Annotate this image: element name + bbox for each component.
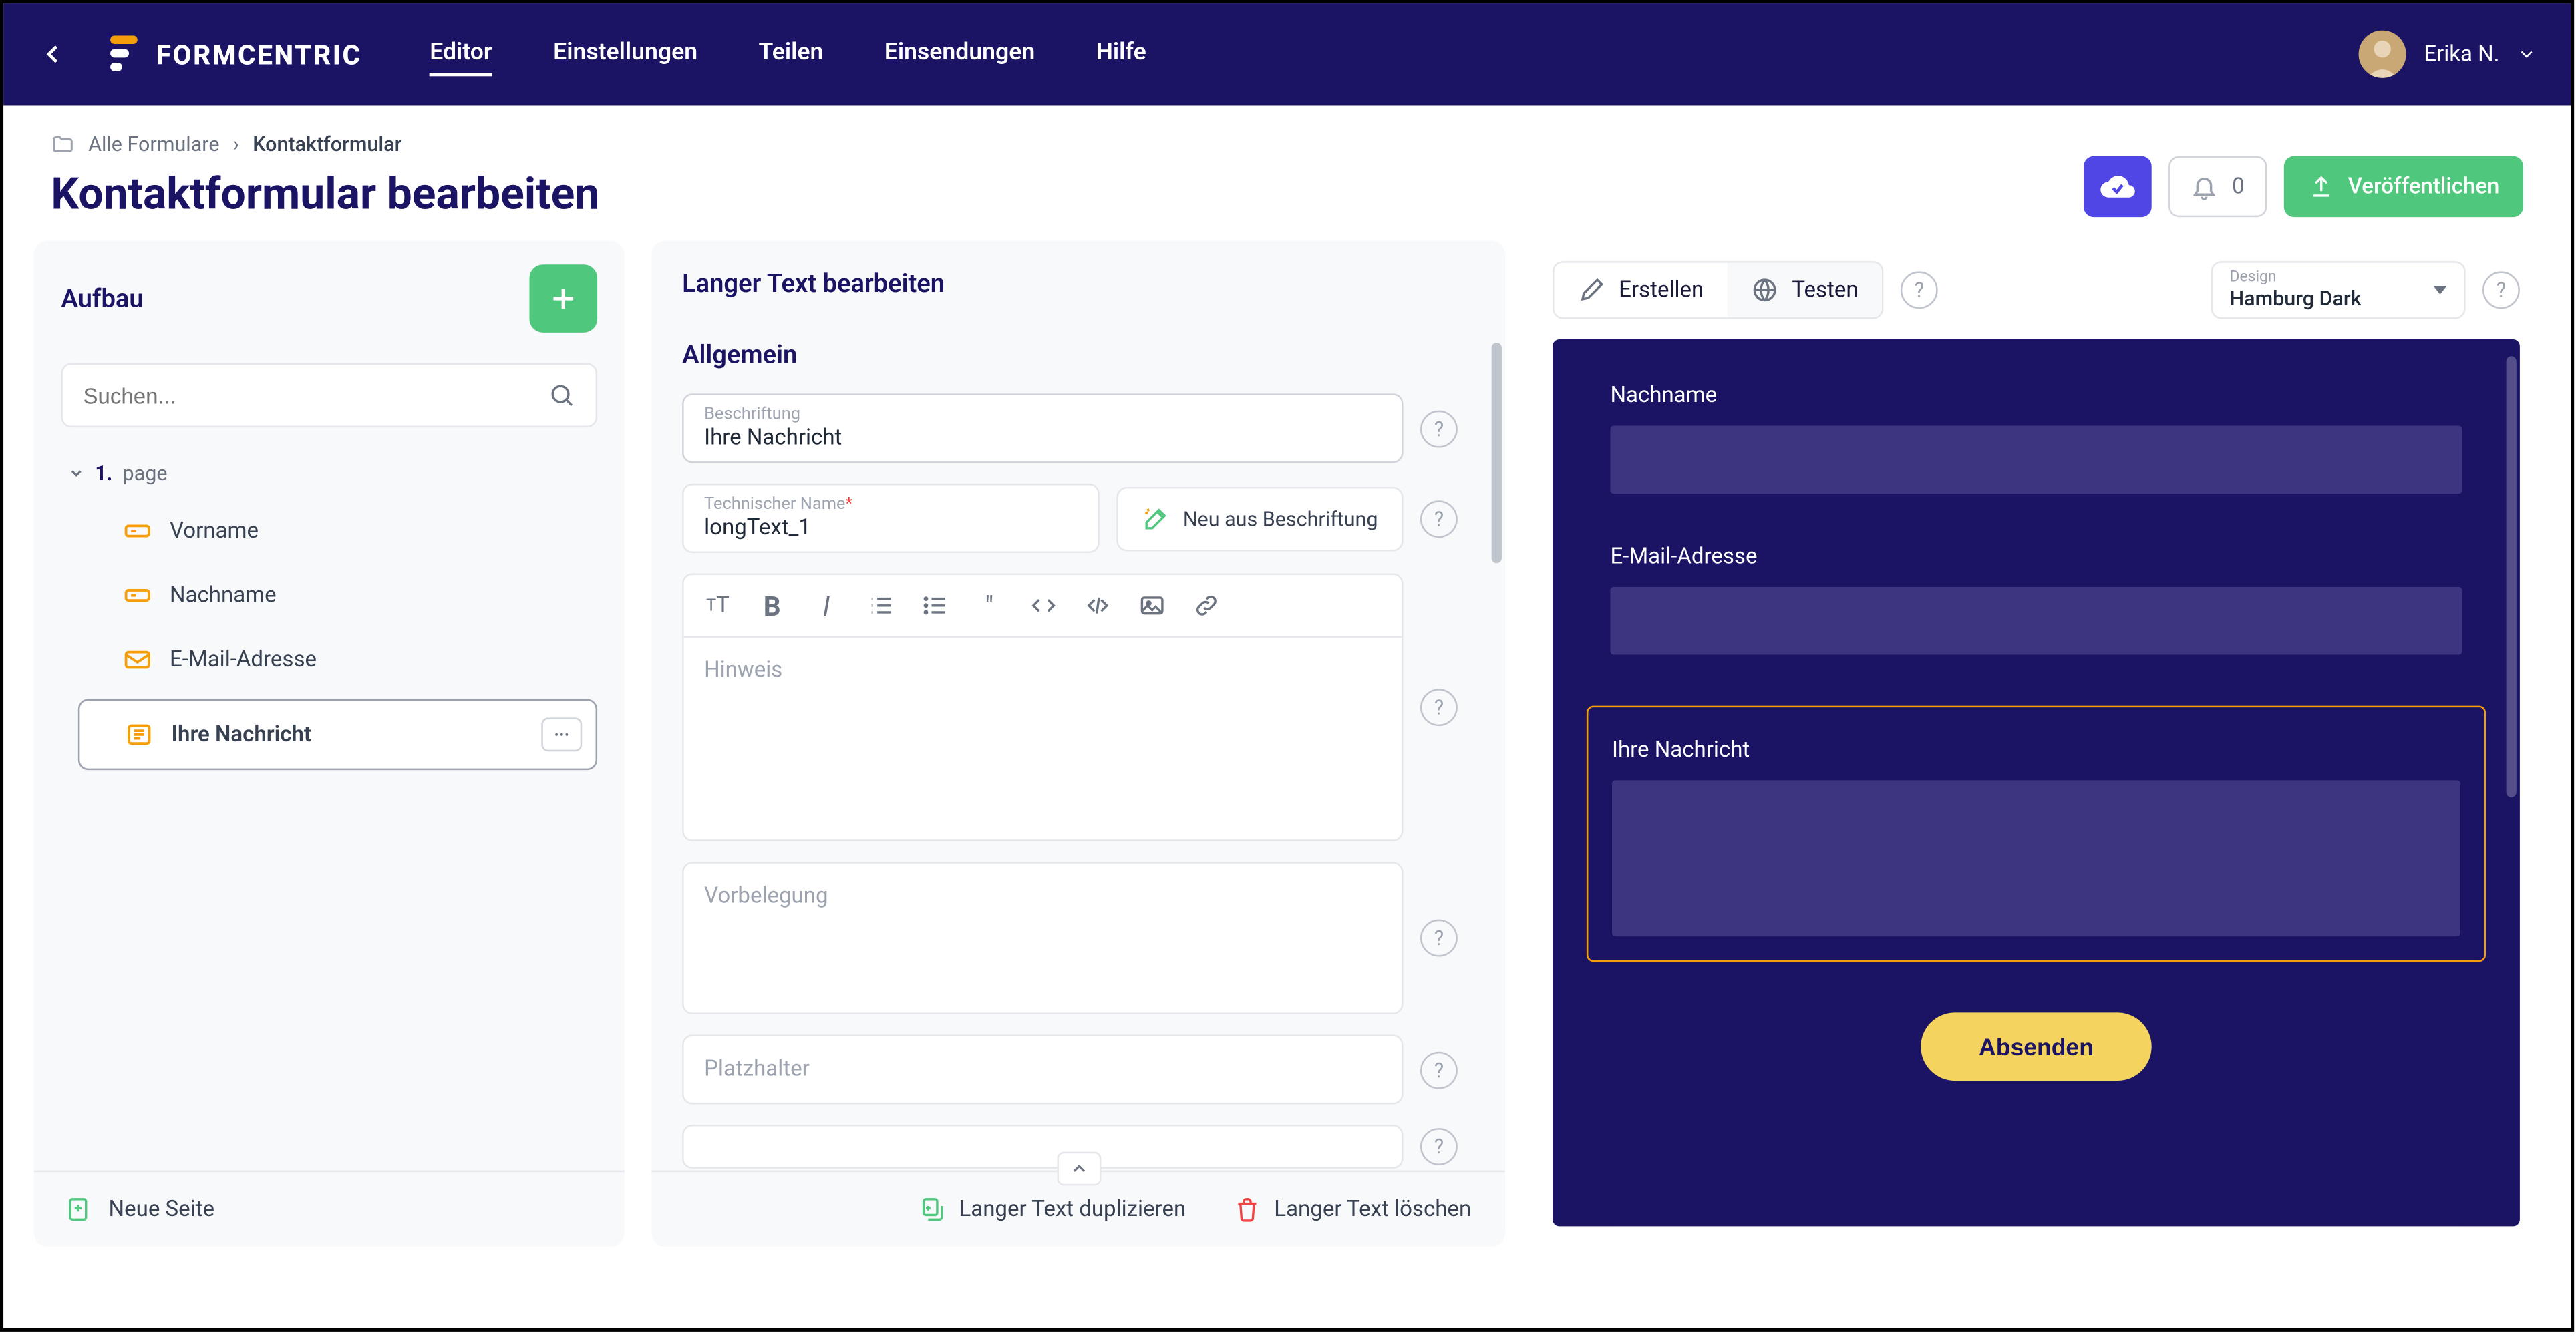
breadcrumb-current: Kontaktformular [253,132,401,156]
rt-embed-button[interactable] [1081,588,1115,622]
tree-item-label: E-Mail-Adresse [170,647,317,673]
preview-field-email: E-Mail-Adresse [1610,544,2462,654]
placeholder-input[interactable]: Platzhalter [682,1034,1404,1104]
rt-italic-button[interactable]: I [810,588,844,622]
preview-input-email[interactable] [1610,587,2462,655]
rt-bold-button[interactable]: B [755,588,789,622]
help-next-icon[interactable]: ? [1420,1128,1458,1165]
duplicate-icon [918,1196,945,1223]
props-title: Langer Text bearbeiten [651,241,1505,326]
tree-item-email[interactable]: E-Mail-Adresse [61,628,597,693]
tree-item-more-button[interactable] [541,717,582,751]
nav-tabs: Editor Einstellungen Teilen Einsendungen… [430,32,1146,76]
brand-name: FORMCENTRIC [156,38,362,70]
help-default-icon[interactable]: ? [1420,920,1458,957]
preview-input-lastname[interactable] [1610,426,2462,494]
wand-icon [1142,505,1170,532]
brand-logo: FORMCENTRIC [109,35,362,73]
help-design-icon[interactable]: ? [2482,271,2520,309]
tree-page-header[interactable]: 1. page [61,448,597,499]
save-cloud-button[interactable] [2084,156,2152,217]
logo-icon [109,35,140,73]
chevron-down-icon [68,465,85,482]
help-placeholder-icon[interactable]: ? [1420,1051,1458,1089]
design-selector[interactable]: Design Hamburg Dark [2211,261,2466,319]
text-field-icon [122,516,153,546]
tree-item-vorname[interactable]: Vorname [61,499,597,564]
upload-icon [2307,173,2335,200]
delete-button[interactable]: Langer Text löschen [1233,1196,1471,1223]
preview-field-lastname: Nachname [1610,383,2462,494]
textarea-icon [124,719,154,750]
rt-code-button[interactable] [1027,588,1061,622]
richtext-toolbar: TT B I " [682,574,1404,638]
preview-submit-button[interactable]: Absenden [1921,1012,2152,1081]
rt-link-button[interactable] [1190,588,1224,622]
preview-scrollbar[interactable] [2507,356,2517,797]
default-value-textarea[interactable]: Vorbelegung [682,862,1404,1014]
chevron-down-icon [2517,44,2537,64]
avatar [2360,31,2407,78]
search-icon [548,382,575,409]
publish-button[interactable]: Veröffentlichen [2283,156,2523,217]
nav-tab-help[interactable]: Hilfe [1096,32,1146,76]
page-title: Kontaktformular bearbeiten [51,170,599,220]
mode-test-button[interactable]: Testen [1728,263,1882,317]
nav-tab-share[interactable]: Teilen [759,32,824,76]
tree-item-label: Ihre Nachricht [172,722,311,747]
tree-item-label: Nachname [170,582,277,608]
notifications-button[interactable]: 0 [2169,156,2267,217]
rt-ul-button[interactable] [918,588,952,622]
section-general-title: Allgemein [682,339,1458,370]
notif-count: 0 [2232,174,2245,199]
rt-ol-button[interactable] [864,588,898,622]
props-scrollbar[interactable] [1492,326,1502,1171]
back-button[interactable] [37,39,68,69]
help-label-icon[interactable]: ? [1420,409,1458,447]
add-element-button[interactable] [529,264,597,333]
bell-icon [2191,173,2219,200]
help-techname-icon[interactable]: ? [1420,500,1458,537]
more-icon [552,725,572,745]
preview-field-message: Ihre Nachricht [1587,706,2486,962]
new-page-button[interactable]: Neue Seite [34,1171,625,1247]
label-field[interactable]: Beschriftung Ihre Nachricht [682,393,1404,463]
next-field-input[interactable] [682,1125,1404,1169]
search-field[interactable] [61,363,597,428]
nav-tab-editor[interactable]: Editor [430,32,492,76]
user-menu[interactable]: Erika N. [2360,31,2537,78]
tree-item-label: Vorname [170,518,259,544]
nav-tab-settings[interactable]: Einstellungen [553,32,697,76]
generate-from-label-button[interactable]: Neu aus Beschriftung [1117,486,1404,551]
rt-quote-button[interactable]: " [972,588,1006,622]
text-field-icon [122,580,153,611]
technical-name-field[interactable]: Technischer Name* longText_1 [682,484,1100,553]
folder-icon [51,132,75,156]
breadcrumb-root[interactable]: Alle Formulare [88,132,219,156]
rt-image-button[interactable] [1135,588,1169,622]
mode-create-button[interactable]: Erstellen [1555,263,1728,317]
breadcrumb: Alle Formulare › Kontaktformular [51,132,599,156]
duplicate-button[interactable]: Langer Text duplizieren [918,1196,1186,1223]
trash-icon [1233,1196,1261,1223]
rt-textsize-button[interactable]: TT [701,588,735,622]
mail-icon [122,644,153,675]
tree-item-nachname[interactable]: Nachname [61,563,597,628]
structure-title: Aufbau [61,283,143,314]
help-hint-icon[interactable]: ? [1420,689,1458,726]
scroll-up-button[interactable] [1056,1152,1100,1186]
tree-item-nachricht[interactable]: Ihre Nachricht [78,699,597,770]
hint-textarea[interactable]: Hinweis [682,638,1404,841]
globe-icon [1751,276,1778,304]
add-page-icon [65,1196,92,1223]
pencil-icon [1578,276,1605,304]
preview-textarea-message[interactable] [1612,780,2460,936]
search-input[interactable] [83,383,548,408]
user-name: Erika N. [2424,41,2499,67]
help-mode-icon[interactable]: ? [1901,271,1938,309]
nav-tab-submissions[interactable]: Einsendungen [884,32,1035,76]
